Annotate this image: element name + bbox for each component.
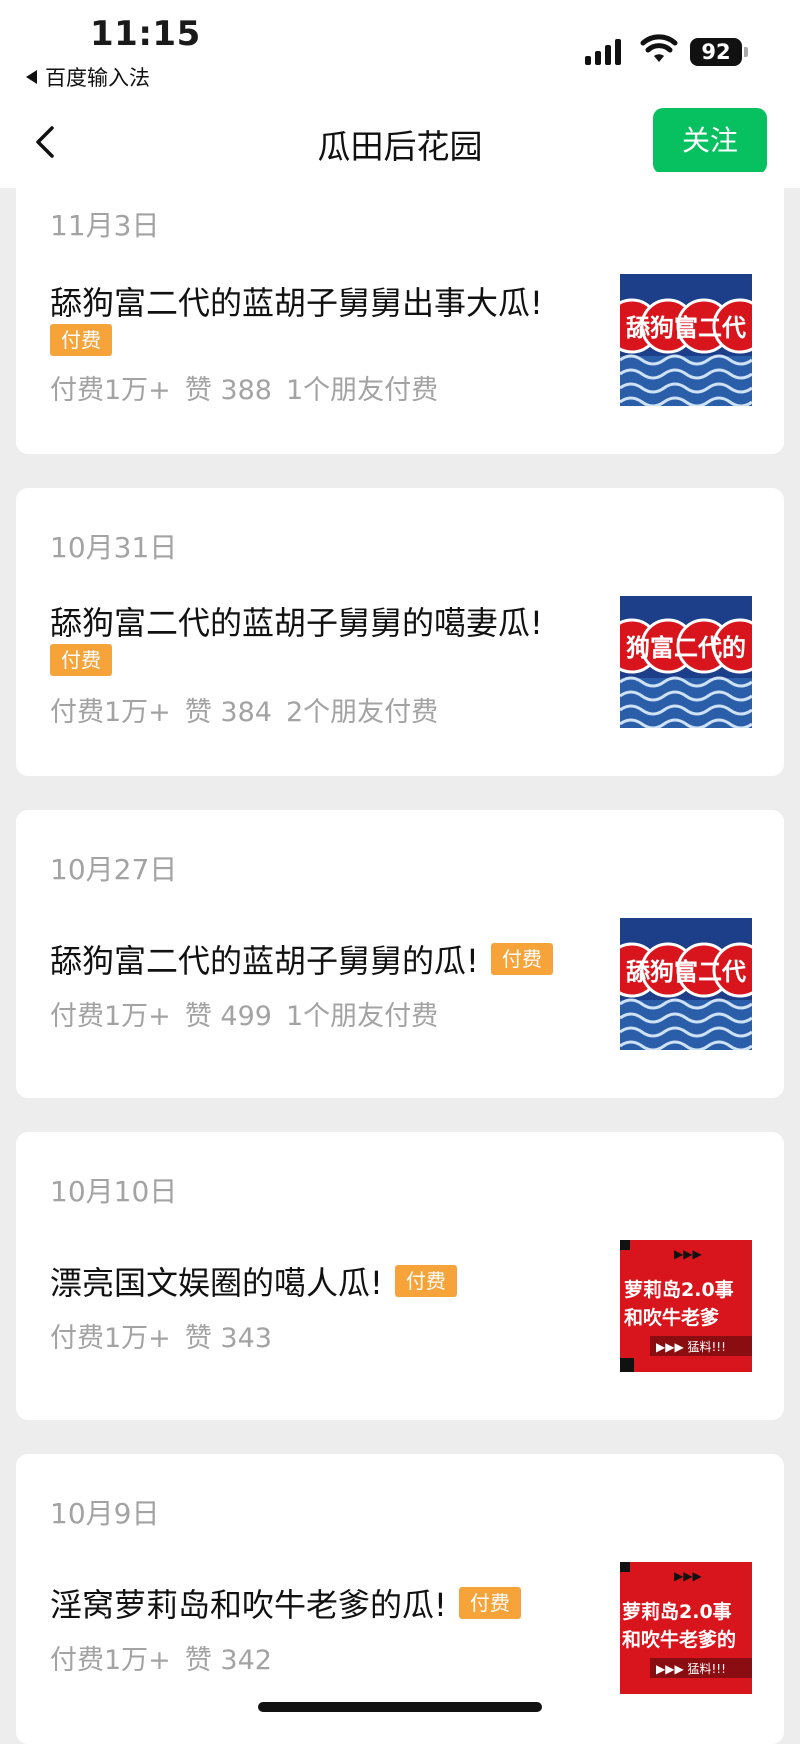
article-title: 舔狗富二代的蓝胡子舅舅出事大瓜! [50, 284, 543, 322]
paid-badge: 付费 [458, 1587, 521, 1619]
article-title: 淫窝萝莉岛和吹牛老爹的瓜! 付费 [50, 1580, 521, 1626]
article-title: 舔狗富二代的蓝胡子舅舅的噶妻瓜! [50, 604, 543, 642]
wifi-icon [640, 34, 678, 62]
article-card[interactable]: 10月10日 漂亮国文娱圈的噶人瓜! 付费 付费1万+ 赞 343 ▶▶▶ 萝莉岛2… [16, 1132, 784, 1420]
article-date: 11月3日 [50, 209, 160, 242]
article-card[interactable]: 11月3日 舔狗富二代的蓝胡子舅舅出事大瓜! 付费 付费1万+ 赞 388 1个朋友… [16, 172, 784, 454]
paid-count: 付费1万+ [50, 375, 171, 406]
cellular-signal-icon [585, 37, 621, 65]
svg-text:狗富二代的: 狗富二代的 [626, 634, 746, 662]
back-app-label: 百度输入法 [45, 66, 150, 90]
svg-text:▶▶▶: ▶▶▶ [674, 1247, 702, 1261]
svg-text:和吹牛老爹: 和吹牛老爹 [624, 1306, 720, 1329]
like-count: 赞 342 [184, 1645, 272, 1676]
friends-paid: 2个朋友付费 [285, 697, 439, 728]
article-title-text: 漂亮国文娱圈的噶人瓜! [50, 1264, 383, 1302]
paid-badge: 付费 [50, 324, 112, 356]
article-date: 10月31日 [50, 531, 178, 564]
article-title-text: 舔狗富二代的蓝胡子舅舅的瓜! [50, 942, 479, 980]
article-thumbnail[interactable]: ▶▶▶ 萝莉岛2.0事 和吹牛老爹的 ▶▶▶ 猛料!!! [620, 1562, 752, 1694]
svg-text:萝莉岛2.0事: 萝莉岛2.0事 [624, 1278, 734, 1301]
battery-cap [744, 47, 748, 57]
paid-badge: 付费 [490, 943, 553, 975]
friends-paid: 1个朋友付费 [285, 375, 439, 406]
svg-text:舔狗富二代: 舔狗富二代 [626, 314, 746, 342]
friends-paid: 1个朋友付费 [285, 1001, 439, 1032]
back-triangle-icon [26, 70, 37, 84]
article-card[interactable]: 10月31日 舔狗富二代的蓝胡子舅舅的噶妻瓜! 付费 付费1万+ 赞 384 2个朋… [16, 488, 784, 776]
battery-icon: 92 [690, 38, 742, 66]
paid-badge: 付费 [50, 644, 112, 676]
svg-text:舔狗富二代: 舔狗富二代 [626, 958, 746, 986]
article-title: 漂亮国文娱圈的噶人瓜! 付费 [50, 1258, 457, 1304]
article-date: 10月27日 [50, 853, 178, 886]
svg-text:▶▶▶: ▶▶▶ [674, 1569, 702, 1583]
like-count: 赞 388 [184, 375, 272, 406]
paid-count: 付费1万+ [50, 697, 171, 728]
status-bar: 11:15 百度输入法 92 [0, 0, 800, 96]
article-card[interactable]: 10月27日 舔狗富二代的蓝胡子舅舅的瓜! 付费 付费1万+ 赞 499 1个朋友付费… [16, 810, 784, 1098]
paid-count: 付费1万+ [50, 1001, 171, 1032]
like-count: 赞 499 [184, 1001, 272, 1032]
follow-button[interactable]: 关注 [653, 108, 767, 174]
article-thumbnail[interactable]: ▶▶▶ 萝莉岛2.0事 和吹牛老爹 ▶▶▶ 猛料!!! [620, 1240, 752, 1372]
article-date: 10月10日 [50, 1175, 178, 1208]
svg-text:▶▶▶ 猛料!!!: ▶▶▶ 猛料!!! [656, 1662, 726, 1676]
home-indicator[interactable] [258, 1702, 542, 1712]
back-to-app-link[interactable]: 百度输入法 [26, 62, 150, 92]
article-title: 舔狗富二代的蓝胡子舅舅的瓜! 付费 [50, 936, 553, 982]
article-title-text: 淫窝萝莉岛和吹牛老爹的瓜! [50, 1586, 447, 1624]
svg-text:和吹牛老爹的: 和吹牛老爹的 [622, 1628, 736, 1651]
article-thumbnail[interactable]: 舔狗富二代 [620, 274, 752, 406]
svg-text:萝莉岛2.0事: 萝莉岛2.0事 [622, 1600, 732, 1623]
svg-text:▶▶▶ 猛料!!!: ▶▶▶ 猛料!!! [656, 1340, 726, 1354]
paid-count: 付费1万+ [50, 1323, 171, 1354]
like-count: 赞 384 [184, 697, 272, 728]
like-count: 赞 343 [184, 1323, 272, 1354]
article-card[interactable]: 10月9日 淫窝萝莉岛和吹牛老爹的瓜! 付费 付费1万+ 赞 342 ▶▶▶ 萝莉岛… [16, 1454, 784, 1744]
article-thumbnail[interactable]: 狗富二代的 [620, 596, 752, 728]
article-date: 10月9日 [50, 1497, 160, 1530]
paid-badge: 付费 [394, 1265, 457, 1297]
paid-count: 付费1万+ [50, 1645, 171, 1676]
status-time: 11:15 [90, 14, 201, 54]
article-thumbnail[interactable]: 舔狗富二代 [620, 918, 752, 1050]
